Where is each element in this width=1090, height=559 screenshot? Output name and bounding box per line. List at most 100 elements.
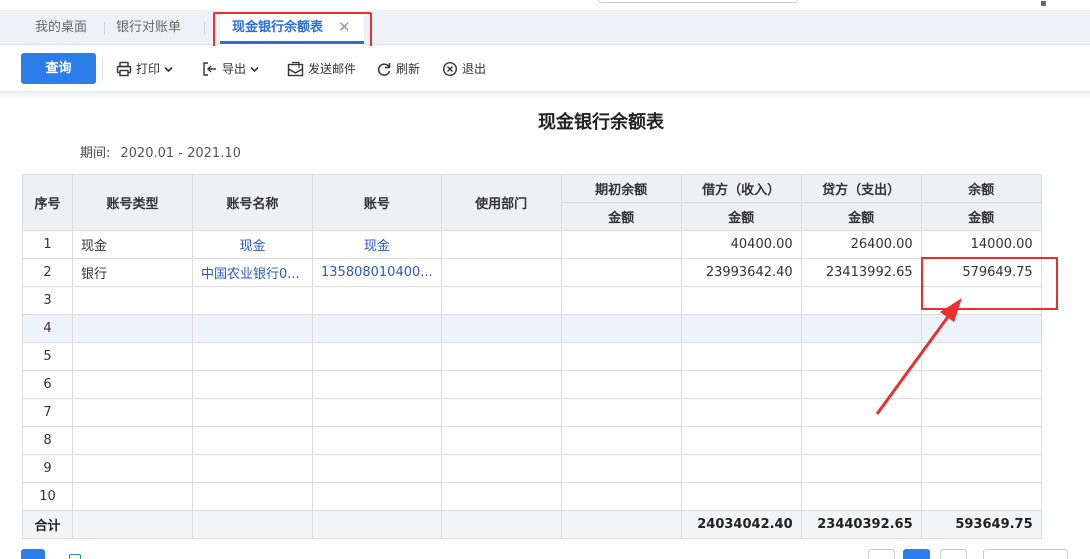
exit-button[interactable]: 退出 (442, 58, 486, 80)
toolbar-divider (102, 58, 103, 80)
cell-account-name (192, 286, 313, 315)
cell-department (440, 370, 562, 399)
query-button[interactable]: 查询 (21, 53, 96, 84)
total-empty (192, 510, 313, 539)
tab-bank-statement[interactable]: 银行对账单 (116, 10, 181, 45)
cell-credit (800, 286, 922, 315)
print-button[interactable]: 打印 (116, 58, 173, 80)
send-email-button[interactable]: 发送邮件 (287, 58, 356, 80)
cell-seq: 1 (22, 230, 73, 259)
header-account-number[interactable]: 账号 (312, 174, 442, 231)
header-amount[interactable]: 金额 (560, 202, 682, 231)
mail-icon (287, 61, 304, 77)
header-opening-balance: 期初余额 (560, 174, 682, 203)
cell-debit (680, 342, 802, 371)
total-label: 合计 (22, 510, 73, 539)
table-row[interactable]: 6 (22, 370, 1042, 399)
cell-account-type (72, 286, 193, 315)
cell-credit: 26400.00 (800, 230, 922, 259)
cell-department (440, 286, 562, 315)
cell-account-name (192, 314, 313, 343)
cell-account-type (72, 482, 193, 511)
refresh-label: 刷新 (396, 62, 421, 76)
cell-department (440, 258, 562, 287)
refresh-button[interactable]: 刷新 (376, 58, 420, 80)
cell-seq: 2 (22, 258, 73, 287)
cell-balance: 14000.00 (920, 230, 1042, 259)
header-account-type[interactable]: 账号类型 (72, 174, 193, 231)
cell-opening (560, 258, 682, 287)
cell-balance (920, 370, 1042, 399)
checkbox[interactable] (69, 554, 81, 559)
annotation-balance-highlight (921, 257, 1058, 310)
table-row[interactable]: 10 (22, 482, 1042, 511)
cell-seq: 6 (22, 370, 73, 399)
cell-seq: 5 (22, 342, 73, 371)
cell-balance (920, 314, 1042, 343)
cell-account-name (192, 482, 313, 511)
cell-opening (560, 314, 682, 343)
cell-credit: 23413992.65 (800, 258, 922, 287)
cell-account-name-link[interactable]: 中国农业银行0... (192, 258, 313, 287)
cell-department (440, 230, 562, 259)
cell-opening (560, 454, 682, 483)
cell-account-number (312, 482, 442, 511)
column-settings-button[interactable] (21, 549, 45, 559)
window-control-icon[interactable]: ▪ (1040, 0, 1047, 9)
page-size-select[interactable] (983, 549, 1068, 559)
cell-account-type: 现金 (72, 230, 193, 259)
cell-seq: 7 (22, 398, 73, 427)
table-row[interactable]: 3 (22, 286, 1042, 315)
cell-seq: 9 (22, 454, 73, 483)
top-strip: ▪ (0, 0, 1090, 10)
cell-account-number-link[interactable]: 现金 (312, 230, 442, 259)
header-seq[interactable]: 序号 (22, 174, 73, 231)
cell-account-name-link[interactable]: 现金 (192, 230, 313, 259)
total-balance: 593649.75 (920, 510, 1042, 539)
search-box-edge[interactable] (598, 0, 798, 3)
toolbar: 查询 打印 导出 发送邮件 刷新 退出 (0, 46, 1090, 92)
header-amount[interactable]: 金额 (920, 202, 1042, 231)
export-label: 导出 (222, 62, 247, 76)
cell-account-number-link[interactable]: 135808010400... (312, 258, 442, 287)
total-credit: 23440392.65 (800, 510, 922, 539)
table-row[interactable]: 8 (22, 426, 1042, 455)
next-page-button[interactable] (940, 549, 967, 559)
report-title: 现金银行余额表 (538, 112, 664, 133)
cell-debit: 40400.00 (680, 230, 802, 259)
header-account-name[interactable]: 账号名称 (192, 174, 313, 231)
current-page-button[interactable] (903, 549, 930, 559)
total-empty (440, 510, 562, 539)
cell-debit (680, 482, 802, 511)
header-debit: 借方（收入） (680, 174, 802, 203)
cell-account-type (72, 454, 193, 483)
cell-account-type (72, 398, 193, 427)
content-shade (0, 92, 1090, 100)
header-amount[interactable]: 金额 (680, 202, 802, 231)
cell-account-name (192, 398, 313, 427)
cell-debit (680, 370, 802, 399)
cell-opening (560, 370, 682, 399)
export-button[interactable]: 导出 (202, 58, 259, 80)
table-row-hover[interactable]: 4 (22, 314, 1042, 343)
cell-account-number (312, 286, 442, 315)
period-label: 期间: (80, 146, 111, 161)
cell-debit (680, 286, 802, 315)
table-row[interactable]: 2 银行 中国农业银行0... 135808010400... 23993642… (22, 258, 1042, 287)
cell-account-number (312, 454, 442, 483)
cell-account-type (72, 426, 193, 455)
header-department[interactable]: 使用部门 (440, 174, 562, 231)
cell-seq: 4 (22, 314, 73, 343)
table-row[interactable]: 9 (22, 454, 1042, 483)
total-empty (72, 510, 193, 539)
header-amount[interactable]: 金额 (800, 202, 922, 231)
table-row[interactable]: 1 现金 现金 现金 40400.00 26400.00 14000.00 (22, 230, 1042, 259)
prev-page-button[interactable] (868, 549, 895, 559)
table-row[interactable]: 5 (22, 342, 1042, 371)
table-row[interactable]: 7 (22, 398, 1042, 427)
cell-account-number (312, 342, 442, 371)
cell-account-number (312, 398, 442, 427)
cell-seq: 10 (22, 482, 73, 511)
tab-my-desktop[interactable]: 我的桌面 (35, 10, 87, 45)
exit-label: 退出 (462, 62, 487, 76)
